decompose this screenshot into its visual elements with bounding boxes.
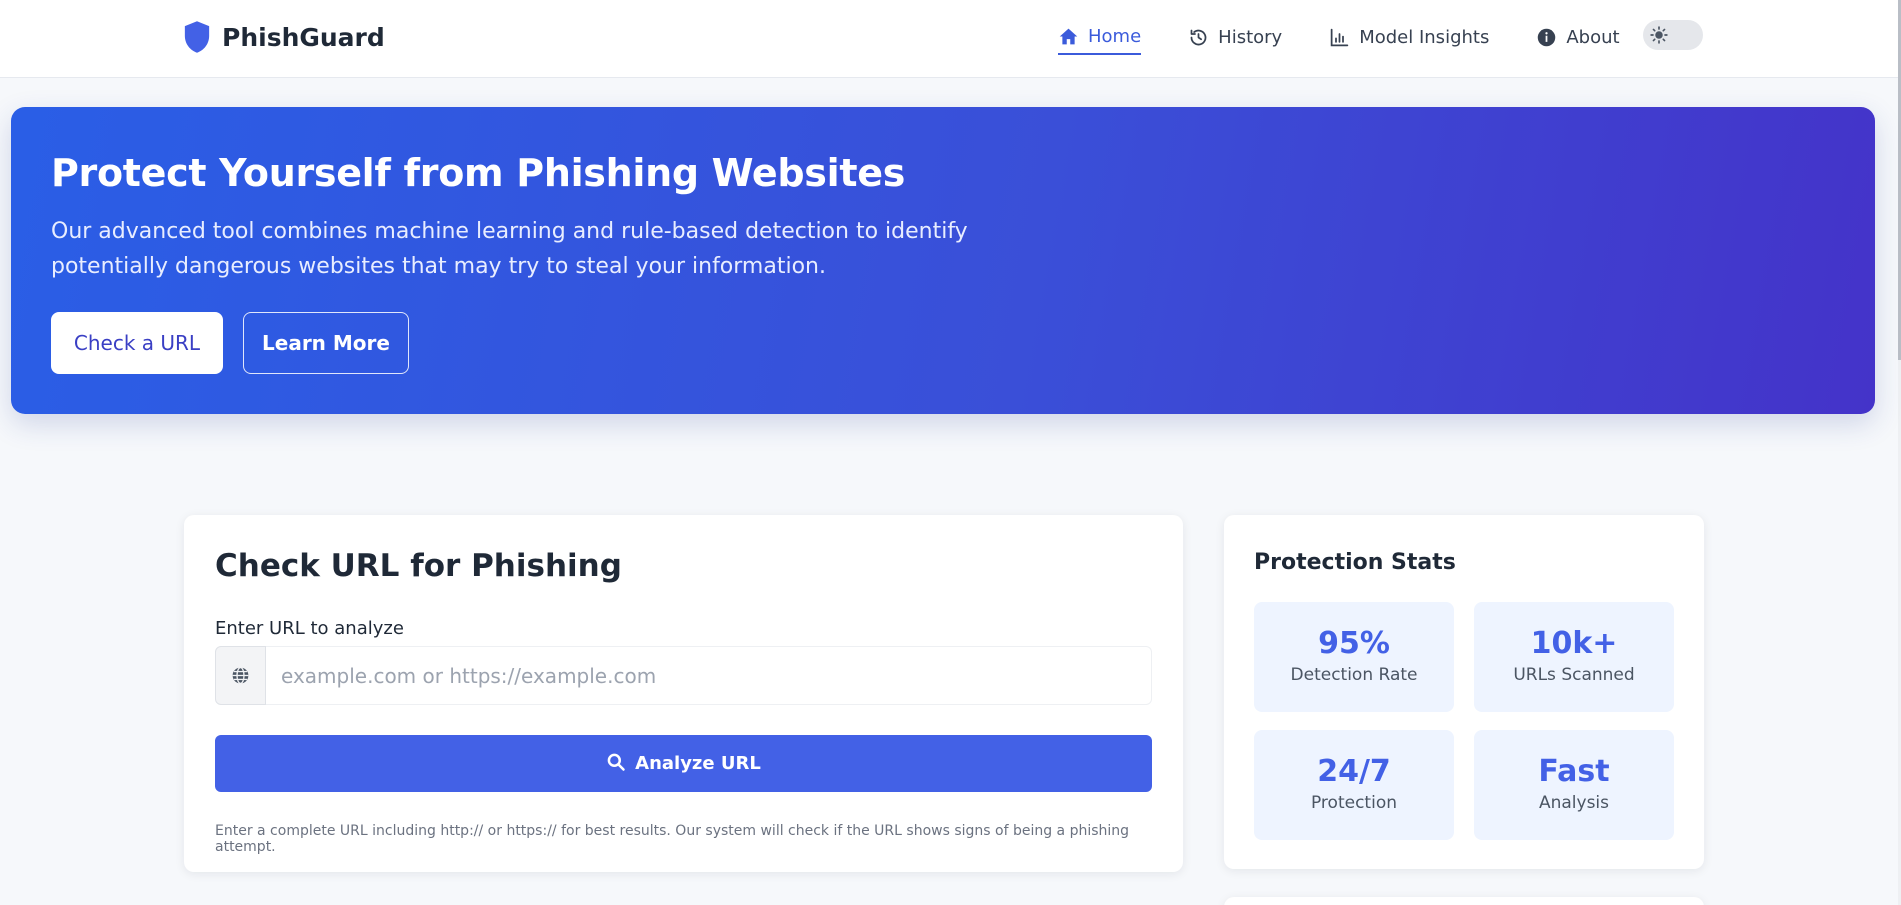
top-navbar: PhishGuard Home History Model Insights A… — [0, 0, 1898, 78]
theme-toggle[interactable] — [1643, 20, 1703, 50]
nav-label-about: About — [1566, 27, 1620, 48]
next-card-peek — [1224, 897, 1704, 905]
nav-item-model-insights[interactable]: Model Insights — [1329, 27, 1489, 54]
analyze-url-button[interactable]: Analyze URL — [215, 735, 1152, 792]
stat-detection-rate: 95% Detection Rate — [1254, 602, 1454, 712]
analyze-url-label: Analyze URL — [635, 753, 761, 774]
stat-urls-scanned: 10k+ URLs Scanned — [1474, 602, 1674, 712]
url-help-text: Enter a complete URL including http:// o… — [215, 823, 1130, 855]
stat-value: 95% — [1318, 626, 1390, 661]
nav-item-history[interactable]: History — [1188, 27, 1282, 54]
learn-more-button[interactable]: Learn More — [243, 312, 409, 374]
brand-name: PhishGuard — [222, 22, 385, 52]
nav-label-history: History — [1218, 27, 1283, 48]
check-card-title: Check URL for Phishing — [215, 548, 622, 584]
stat-value: Fast — [1538, 754, 1610, 789]
search-icon — [607, 753, 625, 771]
sun-icon — [1650, 26, 1668, 44]
nav-item-home[interactable]: Home — [1058, 26, 1142, 55]
check-url-button[interactable]: Check a URL — [51, 312, 223, 374]
stat-value: 24/7 — [1317, 754, 1391, 789]
stat-label: URLs Scanned — [1513, 665, 1635, 685]
stat-value: 10k+ — [1530, 626, 1618, 661]
globe-icon — [232, 666, 249, 685]
nav-label-model-insights: Model Insights — [1359, 27, 1490, 48]
nav-label-home: Home — [1088, 26, 1142, 47]
brand-logo[interactable]: PhishGuard — [182, 20, 385, 54]
url-check-card: Check URL for Phishing Enter URL to anal… — [184, 515, 1183, 872]
url-input[interactable] — [266, 646, 1152, 705]
url-input-addon — [215, 646, 266, 705]
stat-analysis: Fast Analysis — [1474, 730, 1674, 840]
info-icon — [1538, 28, 1556, 47]
stats-title: Protection Stats — [1254, 550, 1456, 575]
stat-label: Detection Rate — [1290, 665, 1418, 685]
stat-label: Analysis — [1538, 793, 1610, 813]
nav-item-about[interactable]: About — [1536, 27, 1620, 54]
nav-links: Home History Model Insights About — [1058, 26, 1667, 55]
history-icon — [1190, 29, 1207, 46]
stat-label: Protection — [1310, 793, 1397, 813]
hero-banner: Protect Yourself from Phishing Websites … — [11, 107, 1875, 414]
home-icon — [1059, 28, 1078, 45]
url-field-label: Enter URL to analyze — [215, 618, 404, 639]
hero-title: Protect Yourself from Phishing Websites — [51, 151, 906, 195]
hero-description: Our advanced tool combines machine learn… — [51, 219, 968, 279]
chart-icon — [1330, 28, 1349, 47]
protection-stats-card: Protection Stats 95% Detection Rate 10k+… — [1224, 515, 1704, 869]
shield-icon — [184, 21, 210, 53]
stat-protection: 24/7 Protection — [1254, 730, 1454, 840]
url-input-group — [215, 646, 1152, 705]
